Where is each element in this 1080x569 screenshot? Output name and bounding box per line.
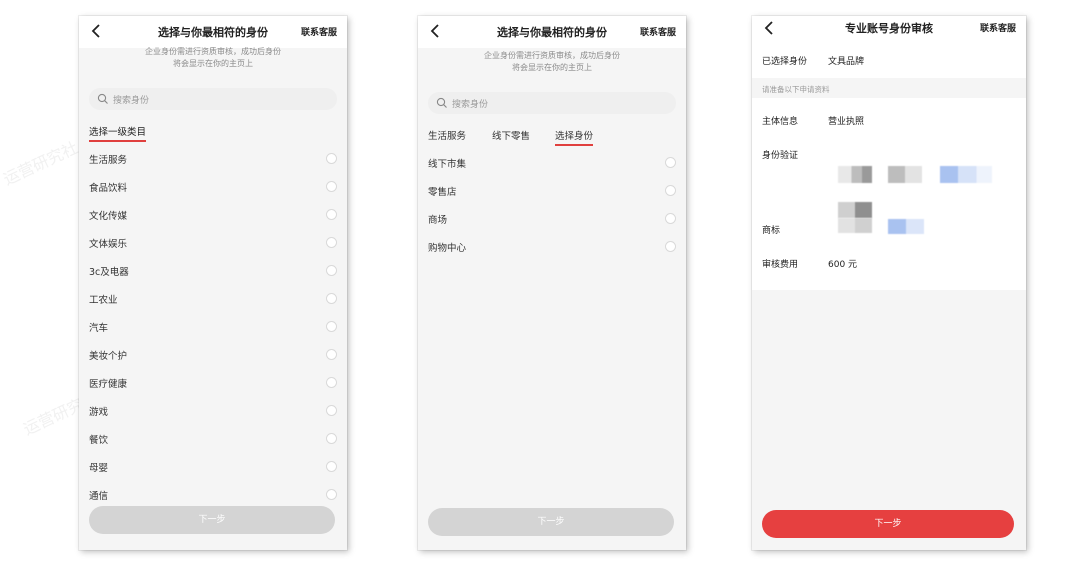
contact-service-button[interactable]: 联系客服 bbox=[980, 21, 1016, 34]
radio-button[interactable] bbox=[326, 433, 337, 444]
selected-identity-row: 已选择身份 文具品牌 bbox=[762, 54, 1016, 72]
header: 专业账号身份审核 联系客服 bbox=[752, 16, 1026, 44]
subtitle-line1: 企业身份需进行资质审核，成功后身份 bbox=[145, 47, 281, 56]
subject-info-row: 主体信息 营业执照 bbox=[762, 114, 1016, 132]
category-item[interactable]: 母婴 bbox=[89, 457, 337, 477]
category-tabs: 生活服务 线下零售 选择身份 bbox=[428, 128, 676, 146]
category-item[interactable]: 医疗健康 bbox=[89, 373, 337, 393]
subtitle-line2: 将会显示在你的主页上 bbox=[512, 63, 592, 72]
contact-service-button[interactable]: 联系客服 bbox=[301, 25, 337, 38]
review-fee-value: 600 元 bbox=[828, 260, 858, 270]
identity-option[interactable]: 商场 bbox=[428, 209, 676, 229]
section-title: 选择一级类目 bbox=[89, 124, 147, 142]
radio-button[interactable] bbox=[326, 377, 337, 388]
identity-option[interactable]: 线下市集 bbox=[428, 153, 676, 173]
tab-underline bbox=[555, 144, 594, 146]
identity-select-screen: 选择与你最相符的身份 联系客服 企业身份需进行资质审核，成功后身份 将会显示在你… bbox=[79, 16, 347, 550]
radio-button[interactable] bbox=[326, 265, 337, 276]
radio-button[interactable] bbox=[326, 153, 337, 164]
radio-button[interactable] bbox=[326, 321, 337, 332]
category-item[interactable]: 餐饮 bbox=[89, 429, 337, 449]
subtitle-line2: 将会显示在你的主页上 bbox=[173, 59, 253, 68]
identity-verify-row: 身份验证 bbox=[762, 148, 1016, 166]
contact-service-button[interactable]: 联系客服 bbox=[640, 25, 676, 38]
subject-info-value[interactable]: 营业执照 bbox=[828, 114, 864, 127]
search-icon bbox=[97, 93, 108, 104]
search-input[interactable]: 搜索身份 bbox=[428, 92, 676, 114]
category-item[interactable]: 通信 bbox=[89, 485, 337, 505]
selected-identity-label: 已选择身份 bbox=[762, 57, 808, 67]
tab-life-service[interactable]: 生活服务 bbox=[428, 128, 466, 142]
section-underline bbox=[89, 140, 147, 142]
category-item[interactable]: 文体娱乐 bbox=[89, 233, 337, 253]
subtitle-line1: 企业身份需进行资质审核，成功后身份 bbox=[484, 51, 620, 60]
materials-card: 主体信息 营业执照 身份验证 商标 审核费用 600 元 bbox=[752, 98, 1026, 290]
search-placeholder: 搜索身份 bbox=[452, 100, 489, 110]
radio-button[interactable] bbox=[665, 157, 676, 168]
selected-identity-value: 文具品牌 bbox=[828, 57, 865, 67]
subject-info-label: 主体信息 bbox=[762, 117, 799, 127]
radio-button[interactable] bbox=[665, 213, 676, 224]
radio-button[interactable] bbox=[326, 349, 337, 360]
prepare-hint: 请准备以下申请资料 bbox=[762, 85, 830, 94]
search-placeholder: 搜索身份 bbox=[113, 96, 150, 106]
radio-button[interactable] bbox=[665, 185, 676, 196]
radio-button[interactable] bbox=[326, 181, 337, 192]
category-item[interactable]: 生活服务 bbox=[89, 149, 337, 169]
header: 选择与你最相符的身份 联系客服 bbox=[79, 16, 347, 48]
search-icon bbox=[436, 97, 447, 108]
category-item[interactable]: 汽车 bbox=[89, 317, 337, 337]
category-item[interactable]: 文化传媒 bbox=[89, 205, 337, 225]
identity-option[interactable]: 购物中心 bbox=[428, 237, 676, 257]
radio-button[interactable] bbox=[665, 241, 676, 252]
radio-button[interactable] bbox=[326, 461, 337, 472]
tab-select-identity[interactable]: 选择身份 bbox=[555, 128, 594, 146]
header: 选择与你最相符的身份 联系客服 bbox=[418, 16, 686, 48]
radio-button[interactable] bbox=[326, 237, 337, 248]
category-item[interactable]: 食品饮料 bbox=[89, 177, 337, 197]
next-button[interactable]: 下一步 bbox=[89, 506, 335, 534]
next-button[interactable]: 下一步 bbox=[762, 510, 1014, 538]
trademark-label: 商标 bbox=[762, 226, 781, 236]
review-fee-row: 审核费用 600 元 bbox=[762, 257, 1016, 275]
identity-option[interactable]: 零售店 bbox=[428, 181, 676, 201]
radio-button[interactable] bbox=[326, 489, 337, 500]
category-item[interactable]: 3c及电器 bbox=[89, 261, 337, 281]
identity-subcategory-screen: 选择与你最相符的身份 联系客服 企业身份需进行资质审核，成功后身份 将会显示在你… bbox=[418, 16, 686, 550]
category-item[interactable]: 游戏 bbox=[89, 401, 337, 421]
search-input[interactable]: 搜索身份 bbox=[89, 88, 337, 110]
review-fee-label: 审核费用 bbox=[762, 260, 799, 270]
category-item[interactable]: 美妆个护 bbox=[89, 345, 337, 365]
identity-review-screen: 专业账号身份审核 联系客服 已选择身份 文具品牌 请准备以下申请资料 主体信息 … bbox=[752, 16, 1026, 550]
radio-button[interactable] bbox=[326, 405, 337, 416]
tab-offline-retail[interactable]: 线下零售 bbox=[492, 128, 530, 142]
category-item[interactable]: 工农业 bbox=[89, 289, 337, 309]
identity-verify-label: 身份验证 bbox=[762, 151, 799, 161]
selected-identity-card: 已选择身份 文具品牌 bbox=[752, 44, 1026, 78]
radio-button[interactable] bbox=[326, 293, 337, 304]
radio-button[interactable] bbox=[326, 209, 337, 220]
next-button[interactable]: 下一步 bbox=[428, 508, 674, 536]
